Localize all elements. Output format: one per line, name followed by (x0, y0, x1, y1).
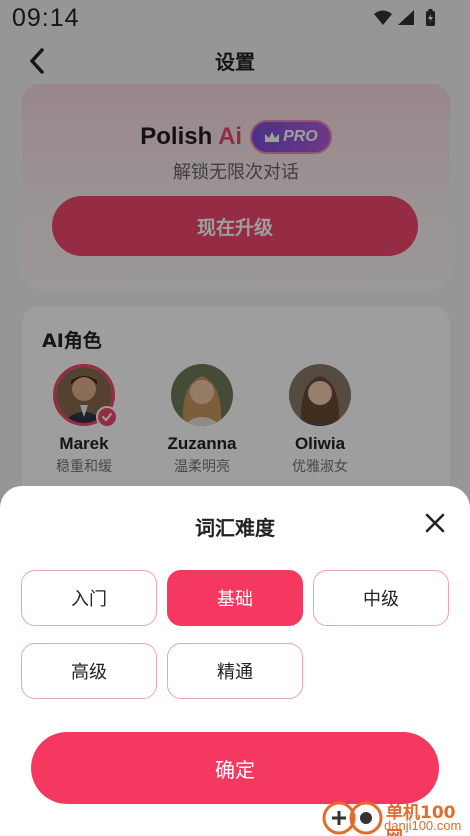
option-basic[interactable]: 基础 (167, 570, 303, 626)
option-intermediate[interactable]: 中级 (313, 570, 449, 626)
sheet-title: 词汇难度 (195, 516, 275, 540)
watermark-line2: danji100.com (384, 818, 462, 833)
option-proficient[interactable]: 精通 (167, 643, 303, 699)
close-icon (425, 513, 445, 533)
option-advanced[interactable]: 高级 (21, 643, 157, 699)
watermark: 单机100网 danji100.com (320, 798, 470, 836)
watermark-logo-icon (322, 801, 383, 835)
confirm-button[interactable]: 确定 (31, 732, 439, 804)
option-beginner[interactable]: 入门 (21, 570, 157, 626)
close-button[interactable] (422, 510, 448, 536)
vocabulary-difficulty-sheet: 词汇难度 入门 基础 中级 高级 精通 确定 (0, 486, 470, 836)
settings-screen: 09:14 设置 Polish Ai PRO 解锁无限次对话 现在升级 AI角色… (0, 0, 470, 836)
